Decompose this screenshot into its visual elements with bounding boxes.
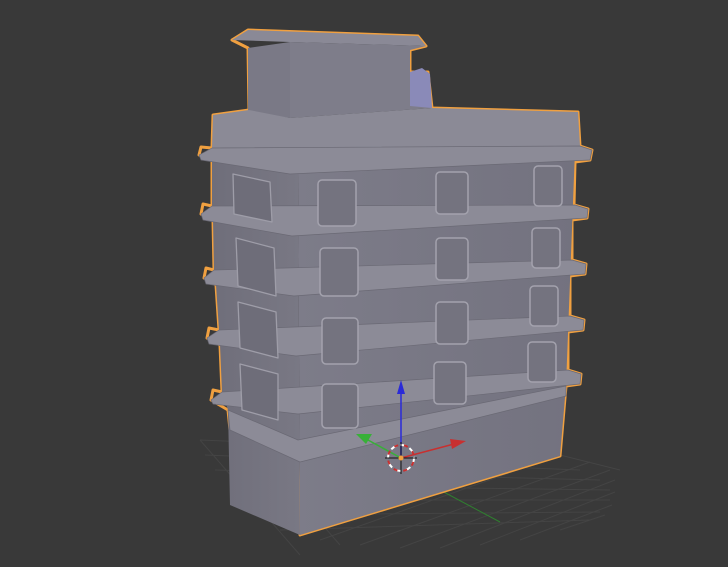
y-axis-ground-line bbox=[439, 489, 501, 523]
object-origin bbox=[398, 455, 404, 461]
chimney bbox=[410, 68, 432, 108]
building-mesh[interactable] bbox=[197, 28, 594, 537]
roof-slab-top bbox=[212, 108, 580, 150]
3d-viewport[interactable] bbox=[0, 0, 728, 567]
viewport-canvas[interactable] bbox=[0, 0, 728, 567]
roof-box-side bbox=[248, 42, 290, 118]
